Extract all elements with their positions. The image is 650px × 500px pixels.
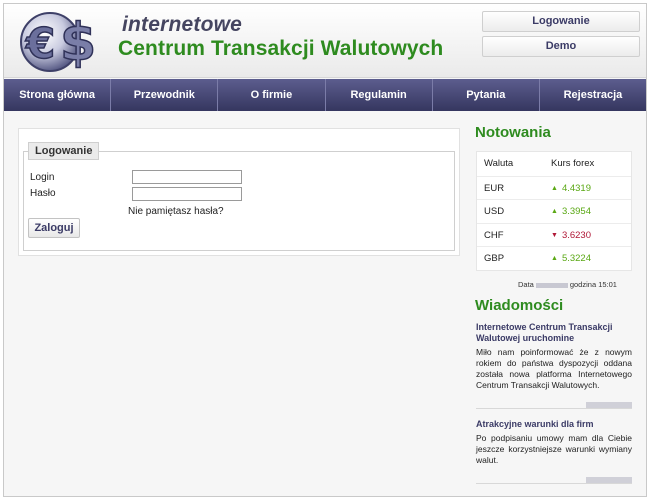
rate-row: GBP ▲ 5.3224 — [477, 246, 631, 270]
nav-item-register[interactable]: Rejestracja — [540, 79, 646, 111]
rate-currency: USD — [484, 206, 505, 217]
rate-number: 3.3954 — [561, 206, 591, 217]
login-input[interactable] — [132, 170, 242, 184]
rates-table: Waluta Kurs forex EUR ▲ 4.4319 USD ▲ 3.395… — [476, 151, 632, 271]
login-legend: Logowanie — [28, 142, 100, 160]
news-headline[interactable]: Atrakcyjne warunki dla firm — [476, 419, 632, 430]
forgot-password-link[interactable]: Nie pamiętasz hasła? — [128, 206, 224, 217]
nav-item-guide[interactable]: Przewodnik — [111, 79, 219, 111]
redacted-date — [586, 402, 632, 408]
login-label: Login — [30, 172, 55, 183]
trend-up-icon: ▲ — [551, 184, 558, 192]
rate-currency: EUR — [484, 182, 505, 194]
nav-item-terms[interactable]: Regulamin — [326, 79, 433, 111]
rate-value: ▲ 3.3954 — [551, 200, 591, 224]
rate-value: ▲ 5.3224 — [551, 247, 591, 271]
rate-currency: GBP — [484, 253, 505, 264]
svg-text:$: $ — [60, 13, 96, 73]
rate-number: 4.4319 — [561, 182, 591, 194]
news-list: Internetowe Centrum Transakcji Walutowej… — [476, 322, 632, 494]
rate-row: EUR ▲ 4.4319 — [477, 175, 631, 201]
nav-item-about[interactable]: O firmie — [218, 79, 326, 111]
login-button[interactable]: Logowanie — [482, 11, 640, 32]
nav-item-faq[interactable]: Pytania — [433, 79, 540, 111]
rate-number: 5.3224 — [561, 253, 591, 264]
svg-text:€: € — [25, 19, 55, 68]
news-body: Po podpisaniu umowy mam dla Ciebie jeszc… — [476, 433, 632, 465]
col-rate: Kurs forex — [551, 158, 595, 169]
rates-header: Waluta Kurs forex — [477, 152, 631, 176]
rate-number: 3.6230 — [561, 229, 591, 241]
password-input[interactable] — [132, 187, 242, 201]
news-date — [476, 395, 632, 408]
news-date — [476, 470, 632, 483]
login-fieldset: Logowanie Login Hasło Nie pamiętasz hasł… — [23, 142, 455, 251]
page-frame: € $ internetowe Centrum Transakcji Walut… — [3, 3, 647, 497]
news-title: Wiadomości — [475, 297, 564, 314]
trend-up-icon: ▲ — [551, 255, 558, 262]
logo-icon: € $ — [20, 12, 97, 74]
news-headline[interactable]: Internetowe Centrum Transakcji Walutowej… — [476, 322, 632, 344]
col-currency: Waluta — [484, 158, 514, 169]
redacted-date — [535, 282, 568, 288]
trend-up-icon: ▲ — [551, 208, 558, 215]
news-item: Internetowe Centrum Transakcji Walutowej… — [476, 322, 632, 409]
rate-currency: CHF — [484, 229, 504, 241]
nav-item-home[interactable]: Strona główna — [4, 79, 112, 111]
submit-login-button[interactable]: Zaloguj — [28, 218, 80, 238]
header: € $ internetowe Centrum Transakcji Walut… — [4, 4, 646, 78]
brand-subtitle: internetowe — [122, 13, 243, 36]
news-body: Miło nam poinformować że z nowym rokiem … — [476, 347, 632, 390]
redacted-date — [586, 477, 632, 483]
rate-row: CHF ▼ 3.6230 — [477, 222, 631, 248]
news-item: Atrakcyjne warunki dla firm Po podpisani… — [476, 419, 632, 484]
rate-row: USD ▲ 3.3954 — [477, 199, 631, 223]
time-label: godzina 15:01 — [569, 280, 617, 289]
rates-title: Notowania — [475, 124, 551, 141]
rate-value: ▼ 3.6230 — [551, 224, 591, 248]
rates-timestamp: Data godzina 15:01 — [518, 280, 617, 289]
rate-value: ▲ 4.4319 — [551, 177, 591, 201]
date-label: Data — [518, 280, 534, 289]
main-nav: Strona główna Przewodnik O firmie Regula… — [4, 79, 646, 111]
demo-button[interactable]: Demo — [482, 36, 640, 57]
trend-down-icon: ▼ — [551, 231, 558, 239]
password-label: Hasło — [30, 188, 56, 199]
brand-title: Centrum Transakcji Walutowych — [118, 37, 444, 60]
login-panel: Logowanie Login Hasło Nie pamiętasz hasł… — [18, 128, 460, 256]
